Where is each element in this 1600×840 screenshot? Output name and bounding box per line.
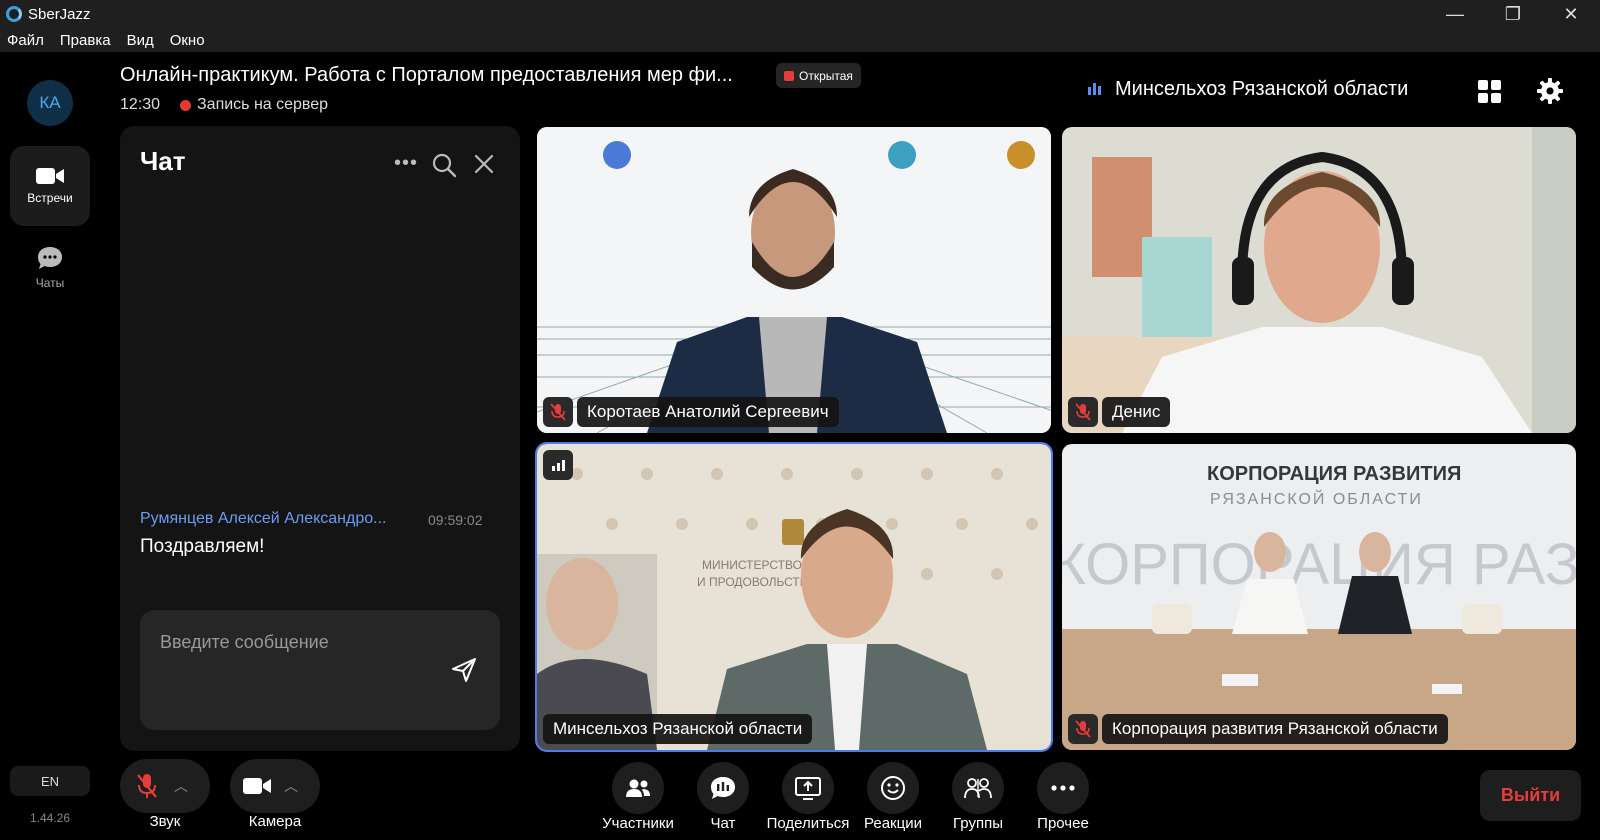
more-label: Прочее [1037,815,1089,832]
menu-file[interactable]: Файл [7,32,44,49]
more-dots-icon [1051,785,1075,791]
sound-label: Звук [149,813,181,830]
open-meeting-badge[interactable]: Открытая [776,63,861,88]
meeting-title: Онлайн-практикум. Работа с Порталом пред… [120,64,733,86]
participant-label-denis: Денис [1068,397,1171,427]
camera-options-chevron-icon[interactable]: ︿ [284,776,298,796]
video-tile-korotaev[interactable]: Коротаев Анатолий Сергеевич [537,127,1051,433]
message-time: 09:59:02 [428,512,483,528]
close-icon[interactable] [474,154,494,174]
participant-name: Корпорация развития Рязанской области [1102,714,1448,744]
video-feed-denis [1062,127,1576,433]
nav-chats-label: Чаты [35,276,65,290]
recording-dot-icon [180,100,191,111]
chat-button[interactable] [697,762,749,814]
share-screen-icon [795,777,821,800]
settings-gear-icon[interactable] [1537,78,1563,104]
mic-off-icon [137,774,157,798]
window-controls: — ❐ ✕ [1426,0,1600,28]
speaking-indicator-icon [1088,83,1101,95]
video-camera-icon [36,168,64,184]
send-icon[interactable] [450,656,478,684]
menu-window[interactable]: Окно [170,32,205,49]
chat-panel: Чат ••• Румянцев Алексей Александро... 0… [120,126,520,751]
video-tile-minselhoz[interactable]: МИНИСТЕРСТВО СЕЛЬСК И ПРОДОВОЛЬСТВИЯ РЯЗ… [535,442,1053,752]
app-logo-icon [6,6,22,22]
lock-open-icon [784,70,794,81]
participant-label-corporation: Корпорация развития Рязанской области [1068,714,1448,744]
video-tile-corporation[interactable]: КОРПОРАЦИЯ РАЗВИТИЯ РЯЗАНСКОЙ ОБЛАСТИ КО… [1062,444,1576,750]
layout-grid-icon[interactable] [1478,80,1501,103]
menu-edit[interactable]: Правка [60,32,111,49]
mic-off-icon [1068,714,1098,744]
camera-control: ︿ [230,759,320,813]
groups-icon [964,778,992,799]
nav-meetings[interactable]: Встречи [10,146,90,226]
participants-button[interactable] [612,762,664,814]
smiley-icon [881,776,905,800]
backdrop-wall-text: КОРПОРАЦИЯ РАЗВИТИЯ [1062,532,1576,597]
active-speaker-name: Минсельхоз Рязанской области [1115,78,1409,100]
app-title: SberJazz [28,5,91,23]
minimize-button[interactable]: — [1426,0,1484,28]
chat-input-placeholder: Введите сообщение [160,632,329,652]
maximize-button[interactable]: ❐ [1484,0,1542,28]
camera-toggle-button[interactable] [230,759,284,813]
app-version: 1.44.26 [29,811,71,825]
recording-status: Запись на сервер [197,96,329,113]
backdrop-banner-line1: КОРПОРАЦИЯ РАЗВИТИЯ [1207,463,1461,485]
sound-options-chevron-icon[interactable]: ︿ [174,776,188,796]
search-icon[interactable] [431,152,457,178]
participant-name: Минсельхоз Рязанской области [543,714,813,744]
chat-bubble-icon [38,247,62,269]
message-text: Поздравляем! [140,536,265,557]
close-window-button[interactable]: ✕ [1542,0,1600,28]
signal-bars-icon [543,450,573,480]
backdrop-banner-line2: РЯЗАНСКОЙ ОБЛАСТИ [1210,489,1423,508]
menu-bar: Файл Правка Вид Окно [0,28,1600,52]
chat-bubble-icon [711,777,735,799]
video-camera-icon [243,778,271,794]
avatar[interactable]: КА [27,80,73,126]
video-feed-corporation: КОРПОРАЦИЯ РАЗВИТИЯ РЯЗАНСКОЙ ОБЛАСТИ КО… [1062,444,1576,750]
reactions-button[interactable] [867,762,919,814]
participant-name: Коротаев Анатолий Сергеевич [577,397,839,427]
menu-view[interactable]: Вид [127,32,154,49]
nav-chats[interactable]: Чаты [10,228,90,308]
chat-more-icon[interactable]: ••• [394,152,418,175]
video-feed-korotaev [537,127,1051,433]
more-button[interactable] [1037,762,1089,814]
participants-icon [626,779,650,797]
title-bar: SberJazz — ❐ ✕ [0,0,1600,28]
participant-name: Денис [1102,397,1171,427]
mic-off-icon [543,397,573,427]
camera-label: Камера [248,813,302,830]
participant-label-minselhoz: Минсельхоз Рязанской области [543,714,813,744]
video-tile-denis[interactable]: Денис [1062,127,1576,433]
language-switch[interactable]: EN [10,766,90,796]
sound-control: ︿ [120,759,210,813]
share-button[interactable] [782,762,834,814]
mic-off-icon [1068,397,1098,427]
nav-meetings-label: Встречи [27,191,73,205]
video-feed-minselhoz: МИНИСТЕРСТВО СЕЛЬСК И ПРОДОВОЛЬСТВИЯ РЯЗ… [537,444,1051,750]
chat-title: Чат [140,146,186,176]
groups-button[interactable] [952,762,1004,814]
meeting-time: 12:30 [120,96,161,113]
open-badge-label: Открытая [799,68,853,83]
mic-toggle-button[interactable] [120,759,174,813]
message-author[interactable]: Румянцев Алексей Александро... [140,510,425,528]
participant-label-korotaev: Коротаев Анатолий Сергеевич [543,397,839,427]
chat-message-input[interactable]: Введите сообщение [140,610,500,730]
leave-meeting-button[interactable]: Выйти [1480,770,1581,821]
